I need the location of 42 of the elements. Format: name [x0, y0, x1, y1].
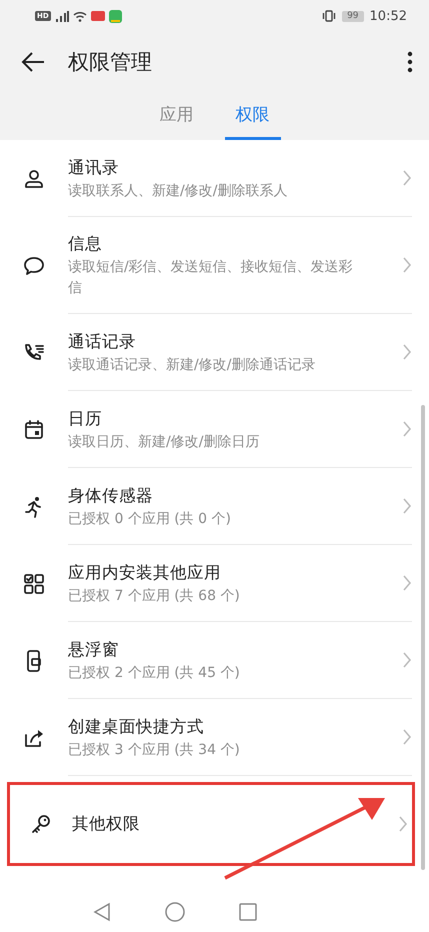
- chevron-icon[interactable]: [398, 816, 408, 832]
- home-nav-button[interactable]: [164, 901, 186, 923]
- permission-title[interactable]: 创建桌面快捷方式: [68, 714, 402, 740]
- chevron-icon[interactable]: [402, 575, 412, 591]
- notification-icon: [90, 11, 105, 21]
- wifi-icon: [72, 10, 87, 22]
- permission-title[interactable]: 信息: [68, 231, 402, 257]
- page-title: 权限管理: [68, 49, 152, 76]
- permission-description: 读取联系人、新建/修改/删除联系人: [68, 182, 288, 200]
- chevron-icon[interactable]: [402, 421, 412, 437]
- permission-title[interactable]: 通话记录: [68, 328, 402, 354]
- recents-nav-button[interactable]: [238, 902, 258, 922]
- permission-description: 已授权 0 个应用 (共 0 个): [68, 510, 232, 528]
- permission-description: 已授权 7 个应用 (共 68 个): [68, 586, 241, 606]
- back-button[interactable]: [20, 50, 46, 74]
- permission-description: 已授权 3 个应用 (共 34 个): [68, 740, 241, 760]
- back-nav-button[interactable]: [92, 902, 112, 922]
- clock: 10:52: [370, 8, 407, 24]
- permission-title[interactable]: 日历: [68, 406, 402, 432]
- permission-title[interactable]: 身体传感器: [68, 482, 402, 508]
- chevron-icon[interactable]: [402, 170, 412, 186]
- chevron-icon[interactable]: [402, 257, 412, 273]
- permission-description: 读取日历、新建/修改/删除日历: [68, 432, 260, 452]
- more-menu-button[interactable]: [407, 51, 413, 73]
- permission-description: 已授权 2 个应用 (共 45 个): [68, 664, 241, 682]
- permission-title[interactable]: 通讯录: [68, 154, 402, 180]
- permission-title[interactable]: 悬浮窗: [68, 636, 402, 662]
- calendar-icon: [22, 418, 46, 442]
- chevron-icon[interactable]: [402, 498, 412, 514]
- chevron-icon[interactable]: [402, 652, 412, 668]
- app-grid-icon: [22, 572, 46, 596]
- permission-description: 读取短信/彩信、发送短信、接收短信、发送彩信: [68, 258, 354, 298]
- permission-description: 读取通话记录、新建/修改/删除通话记录: [68, 356, 316, 374]
- key-icon: [29, 812, 53, 836]
- notification-icon: [108, 10, 122, 22]
- chevron-icon[interactable]: [402, 729, 412, 745]
- chevron-icon[interactable]: [402, 344, 412, 360]
- permission-title[interactable]: 应用内安装其他应用: [68, 560, 402, 586]
- permission-title[interactable]: 其他权限: [72, 811, 398, 837]
- battery-level: 99: [342, 10, 364, 22]
- signal-icon: [54, 10, 69, 22]
- vibrate-icon: [322, 10, 336, 22]
